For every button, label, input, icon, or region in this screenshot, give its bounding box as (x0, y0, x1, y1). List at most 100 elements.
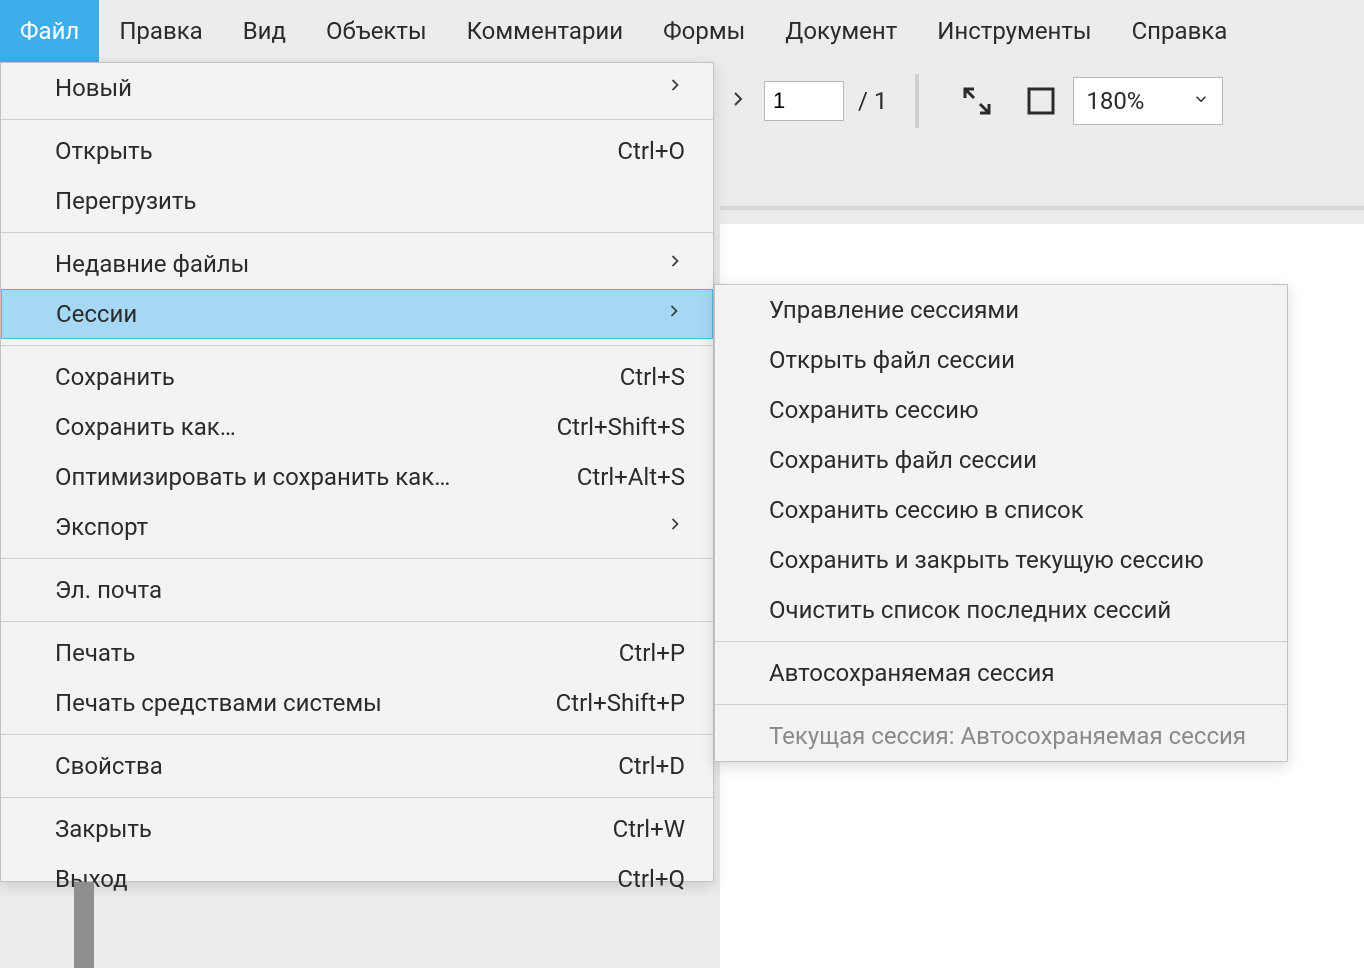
menu-item-label: Открыть (55, 137, 153, 165)
page-next-icon[interactable] (722, 85, 754, 118)
file-print[interactable]: Печать Ctrl+P (1, 628, 713, 678)
menu-item-label: Недавние файлы (55, 250, 249, 278)
menu-file[interactable]: Файл (0, 0, 99, 62)
menu-document[interactable]: Документ (765, 0, 917, 62)
menu-label: Формы (663, 17, 745, 45)
menu-item-label: Эл. почта (55, 576, 162, 604)
menu-separator (1, 345, 713, 346)
menu-label: Вид (243, 17, 286, 45)
sessions-open-file[interactable]: Открыть файл сессии (715, 335, 1287, 385)
chevron-right-icon (665, 75, 685, 101)
menu-shortcut: Ctrl+D (618, 752, 685, 780)
menu-item-label: Автосохраняемая сессия (769, 659, 1055, 687)
menu-tools[interactable]: Инструменты (917, 0, 1111, 62)
page-total: / 1 (858, 87, 887, 115)
menu-item-label: Закрыть (55, 815, 152, 843)
menu-item-label: Печать средствами системы (55, 689, 382, 717)
menu-shortcut: Ctrl+Alt+S (577, 463, 685, 491)
menu-separator (1, 734, 713, 735)
file-close[interactable]: Закрыть Ctrl+W (1, 804, 713, 854)
sessions-manage[interactable]: Управление сессиями (715, 285, 1287, 335)
file-properties[interactable]: Свойства Ctrl+D (1, 741, 713, 791)
menu-shortcut: Ctrl+O (617, 137, 685, 165)
sessions-save-to-list[interactable]: Сохранить сессию в список (715, 485, 1287, 535)
menu-comments[interactable]: Комментарии (447, 0, 644, 62)
file-sessions[interactable]: Сессии (1, 289, 713, 339)
zoom-value: 180% (1086, 87, 1144, 115)
menu-item-label: Сохранить сессию (769, 396, 979, 424)
document-divider (720, 206, 1364, 210)
menu-separator (715, 704, 1287, 705)
fit-width-icon[interactable] (1023, 83, 1059, 119)
file-reload[interactable]: Перегрузить (1, 176, 713, 226)
menu-item-label: Управление сессиями (769, 296, 1019, 324)
menu-item-label: Сохранить файл сессии (769, 446, 1037, 474)
chevron-down-icon (1192, 89, 1210, 113)
menu-separator (1, 119, 713, 120)
menu-objects[interactable]: Объекты (306, 0, 447, 62)
menu-item-label: Оптимизировать и сохранить как… (55, 463, 450, 491)
menu-separator (1, 797, 713, 798)
chevron-right-icon (665, 251, 685, 277)
file-system-print[interactable]: Печать средствами системы Ctrl+Shift+P (1, 678, 713, 728)
toolbar-separator (915, 74, 917, 128)
menu-shortcut: Ctrl+W (613, 815, 685, 843)
menu-separator (1, 621, 713, 622)
menu-item-label: Текущая сессия: Автосохраняемая сессия (769, 722, 1246, 750)
menu-item-label: Сессии (56, 300, 137, 328)
menu-separator (715, 641, 1287, 642)
file-exit[interactable]: Выход Ctrl+Q (1, 854, 713, 904)
chevron-right-icon (665, 514, 685, 540)
file-open[interactable]: Открыть Ctrl+O (1, 126, 713, 176)
menu-label: Документ (785, 17, 897, 45)
sessions-save-file[interactable]: Сохранить файл сессии (715, 435, 1287, 485)
menu-label: Справка (1132, 17, 1228, 45)
sessions-menu: Управление сессиями Открыть файл сессии … (714, 284, 1288, 762)
menu-item-label: Новый (55, 74, 132, 102)
menu-view[interactable]: Вид (223, 0, 306, 62)
menu-help[interactable]: Справка (1112, 0, 1248, 62)
menu-separator (1, 558, 713, 559)
menu-separator (1, 232, 713, 233)
menu-label: Правка (119, 17, 202, 45)
file-export[interactable]: Экспорт (1, 502, 713, 552)
chevron-right-icon (664, 301, 684, 327)
menu-item-label: Очистить список последних сессий (769, 596, 1171, 624)
menu-item-label: Сохранить сессию в список (769, 496, 1084, 524)
menu-label: Инструменты (937, 17, 1091, 45)
menu-item-label: Сохранить как… (55, 413, 236, 441)
menu-item-label: Свойства (55, 752, 163, 780)
sessions-current-info: Текущая сессия: Автосохраняемая сессия (715, 711, 1287, 761)
menu-shortcut: Ctrl+P (619, 639, 685, 667)
scrollbar-thumb[interactable] (74, 882, 94, 968)
menu-label: Объекты (326, 17, 427, 45)
zoom-select[interactable]: 180% (1073, 77, 1223, 125)
menubar: Файл Правка Вид Объекты Комментарии Форм… (0, 0, 1364, 62)
file-email[interactable]: Эл. почта (1, 565, 713, 615)
menu-forms[interactable]: Формы (643, 0, 765, 62)
menu-shortcut: Ctrl+Shift+S (557, 413, 685, 441)
sessions-clear-recent[interactable]: Очистить список последних сессий (715, 585, 1287, 635)
menu-shortcut: Ctrl+S (620, 363, 685, 391)
fit-page-icon[interactable] (959, 83, 995, 119)
menu-label: Файл (20, 17, 79, 45)
menu-item-label: Экспорт (55, 513, 148, 541)
file-save-as[interactable]: Сохранить как… Ctrl+Shift+S (1, 402, 713, 452)
menu-item-label: Открыть файл сессии (769, 346, 1015, 374)
menu-item-label: Печать (55, 639, 135, 667)
file-save[interactable]: Сохранить Ctrl+S (1, 352, 713, 402)
menu-shortcut: Ctrl+Shift+P (556, 689, 685, 717)
menu-item-label: Сохранить (55, 363, 175, 391)
menu-item-label: Перегрузить (55, 187, 196, 215)
file-menu: Новый Открыть Ctrl+O Перегрузить Недавни… (0, 62, 714, 882)
sessions-save[interactable]: Сохранить сессию (715, 385, 1287, 435)
file-optimize-save[interactable]: Оптимизировать и сохранить как… Ctrl+Alt… (1, 452, 713, 502)
file-recent[interactable]: Недавние файлы (1, 239, 713, 289)
file-new[interactable]: Новый (1, 63, 713, 113)
sessions-autosave[interactable]: Автосохраняемая сессия (715, 648, 1287, 698)
menu-shortcut: Ctrl+Q (617, 865, 685, 893)
sessions-save-close-current[interactable]: Сохранить и закрыть текущую сессию (715, 535, 1287, 585)
menu-edit[interactable]: Правка (99, 0, 222, 62)
menu-label: Комментарии (467, 17, 624, 45)
page-number-input[interactable] (764, 81, 844, 121)
